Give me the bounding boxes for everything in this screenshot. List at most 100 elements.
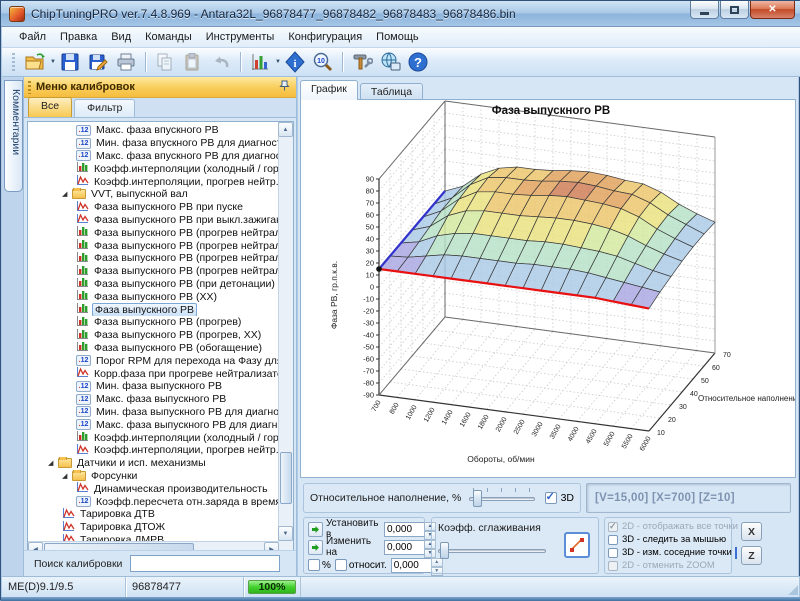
save-as-icon[interactable] [85,50,111,74]
minimize-button[interactable] [690,1,719,19]
tree-item[interactable]: Фаза выпускного РВ [28,303,278,316]
svg-text:-70: -70 [363,367,374,376]
surface-3d-plot[interactable]: -90-80-70-60-50-40-30-20-100102030405060… [301,100,795,477]
tab-Фильтр[interactable]: Фильтр [74,99,135,117]
tree-item[interactable]: Динамическая производительность [28,482,278,495]
tree-item[interactable]: Фаза выпускного РВ (ХХ) [28,290,278,303]
set-value-input[interactable] [384,522,424,537]
menu-item-Правка[interactable]: Правка [53,28,104,46]
interpolate-button[interactable] [564,532,590,558]
tree-item[interactable]: Коэфф.интерполяции, прогрев нейтр. (холо… [28,444,278,457]
tree-item[interactable]: Фаза выпускного РВ (обогащение) [28,342,278,355]
tree-item[interactable]: ◢Датчики и исп. механизмы [28,457,278,470]
tree-item[interactable]: Коэфф.интерполяции, прогрев нейтр. (холо… [28,175,278,188]
tab-Все[interactable]: Все [28,97,72,117]
tree-item[interactable]: Фаза выпускного РВ (прогрев нейтрал., ХХ… [28,265,278,278]
chart-compare-icon[interactable] [247,50,273,74]
checkbox-percent[interactable] [308,559,320,571]
option-checkbox[interactable] [608,522,618,532]
tools-icon[interactable] [349,50,375,74]
tree-item[interactable]: .12Мин. фаза впускного РВ для диагностик… [28,137,278,150]
change-value-input[interactable] [384,540,424,555]
menu-item-Команды[interactable]: Команды [138,28,199,46]
info-icon[interactable]: i [282,50,308,74]
tree-item[interactable]: .12Мин. фаза выпускного РВ [28,380,278,393]
apply-change-button[interactable] [308,540,323,555]
paste-icon[interactable] [180,50,206,74]
search-input[interactable] [130,555,280,572]
zoom-10-icon[interactable]: 10 [310,50,336,74]
menu-item-Помощь[interactable]: Помощь [369,28,426,46]
scroll-up-icon[interactable]: ▲ [278,122,293,137]
tree-item[interactable]: .12Макс. фаза выпускного РВ для диагност… [28,418,278,431]
change-value-stepper[interactable]: ▲▼ [384,540,436,555]
pin-icon[interactable] [279,80,290,94]
x-axis-button[interactable]: X [741,522,762,541]
help-icon[interactable]: ? [405,50,431,74]
tab-Таблица[interactable]: Таблица [360,83,423,100]
tree-item[interactable]: Коэфф.интерполяции (холодный / горячий ) [28,162,278,175]
menu-item-Инструменты[interactable]: Инструменты [199,28,282,46]
z-axis-button[interactable]: Z [741,546,762,565]
tree-item[interactable]: Коэфф.интерполяции (холодный / горячий ) [28,431,278,444]
maximize-button[interactable] [720,1,749,19]
grid-icon[interactable] [735,547,737,559]
tree-item[interactable]: Тарировка ДТВ [28,508,278,521]
tree-item[interactable]: .12Макс. фаза впускного РВ [28,124,278,137]
dropdown-arrow-icon[interactable]: ▼ [275,59,281,65]
tree-item[interactable]: Фаза выпускного РВ (при детонации) [28,278,278,291]
tree-item[interactable]: Фаза выпускного РВ при пуске [28,201,278,214]
print-icon[interactable] [113,50,139,74]
map-table-icon [76,329,89,342]
slider-track[interactable] [438,549,546,553]
online-icon[interactable] [377,50,403,74]
apply-set-button[interactable] [308,522,323,537]
scroll-down-icon[interactable]: ▼ [278,526,293,541]
option-checkbox[interactable] [608,548,618,558]
tree-item-label: Коэфф.интерполяции, прогрев нейтр. (холо… [92,176,278,188]
save-icon[interactable] [57,50,83,74]
tree-vertical-scrollbar[interactable]: ▲ ▼ [278,122,293,556]
tree-item[interactable]: .12Макс. фаза выпускного РВ [28,393,278,406]
tree-item[interactable]: .12Мин. фаза выпускного РВ для диагности… [28,406,278,419]
tree-item[interactable]: .12Макс. фаза впускного РВ для диагности… [28,150,278,163]
tab-График[interactable]: График [300,80,358,100]
slider-thumb[interactable] [473,490,482,507]
tree-item[interactable]: Фаза выпускного РВ (прогрев нейтрал., хо… [28,239,278,252]
option-checkbox[interactable] [608,535,618,545]
tree-item[interactable]: ◢VVT, выпускной вал [28,188,278,201]
set-value-stepper[interactable]: ▲▼ [384,522,436,537]
checkbox-relative[interactable] [335,559,347,571]
tree-item[interactable]: Фаза выпускного РВ (прогрев) [28,316,278,329]
close-button[interactable]: ✕ [750,1,795,19]
menu-item-Вид[interactable]: Вид [104,28,138,46]
undo-icon[interactable] [208,50,234,74]
tree-item[interactable]: Корр.фаза при прогреве нейтрализатора [28,367,278,380]
tree-expander-icon[interactable]: ◢ [62,472,72,480]
tree-item-label: Фаза выпускного РВ (ХХ) [92,291,219,303]
tree-expander-icon[interactable]: ◢ [48,459,58,467]
dock-tab-comments[interactable]: Комментарии [4,80,23,192]
scrollbar-thumb[interactable] [280,452,292,504]
tree-item[interactable]: Фаза выпускного РВ (прогрев, ХХ) [28,329,278,342]
tree-item[interactable]: Тарировка ДТОЖ [28,521,278,534]
checkbox-3d[interactable] [545,492,557,504]
smoothing-slider[interactable] [438,540,546,560]
menu-item-Файл[interactable]: Файл [12,28,53,46]
tree-item[interactable]: Фаза выпускного РВ при выкл.зажигания [28,214,278,227]
option-checkbox[interactable] [608,561,618,571]
copy-icon[interactable] [152,50,178,74]
tree-item[interactable]: .12Коэфф.пересчета отн.заряда в время вп… [28,495,278,508]
tree-item[interactable]: Фаза выпускного РВ (прогрев нейтрал., ХХ… [28,252,278,265]
open-file-icon[interactable] [22,50,48,74]
tree-item[interactable]: Фаза выпускного РВ (прогрев нейтрализато… [28,226,278,239]
tree-expander-icon[interactable]: ◢ [62,190,72,198]
relative-value-input[interactable] [391,558,431,573]
menu-item-Конфигурация[interactable]: Конфигурация [281,28,369,46]
surface-chart[interactable]: -90-80-70-60-50-40-30-20-100102030405060… [300,99,796,478]
load-slider[interactable] [469,488,534,508]
tree-item[interactable]: ◢Форсунки [28,470,278,483]
dropdown-arrow-icon[interactable]: ▼ [50,59,56,65]
slider-thumb[interactable] [440,542,449,559]
tree-item[interactable]: .12Порог RPM для перехода на Фазу для ре… [28,354,278,367]
